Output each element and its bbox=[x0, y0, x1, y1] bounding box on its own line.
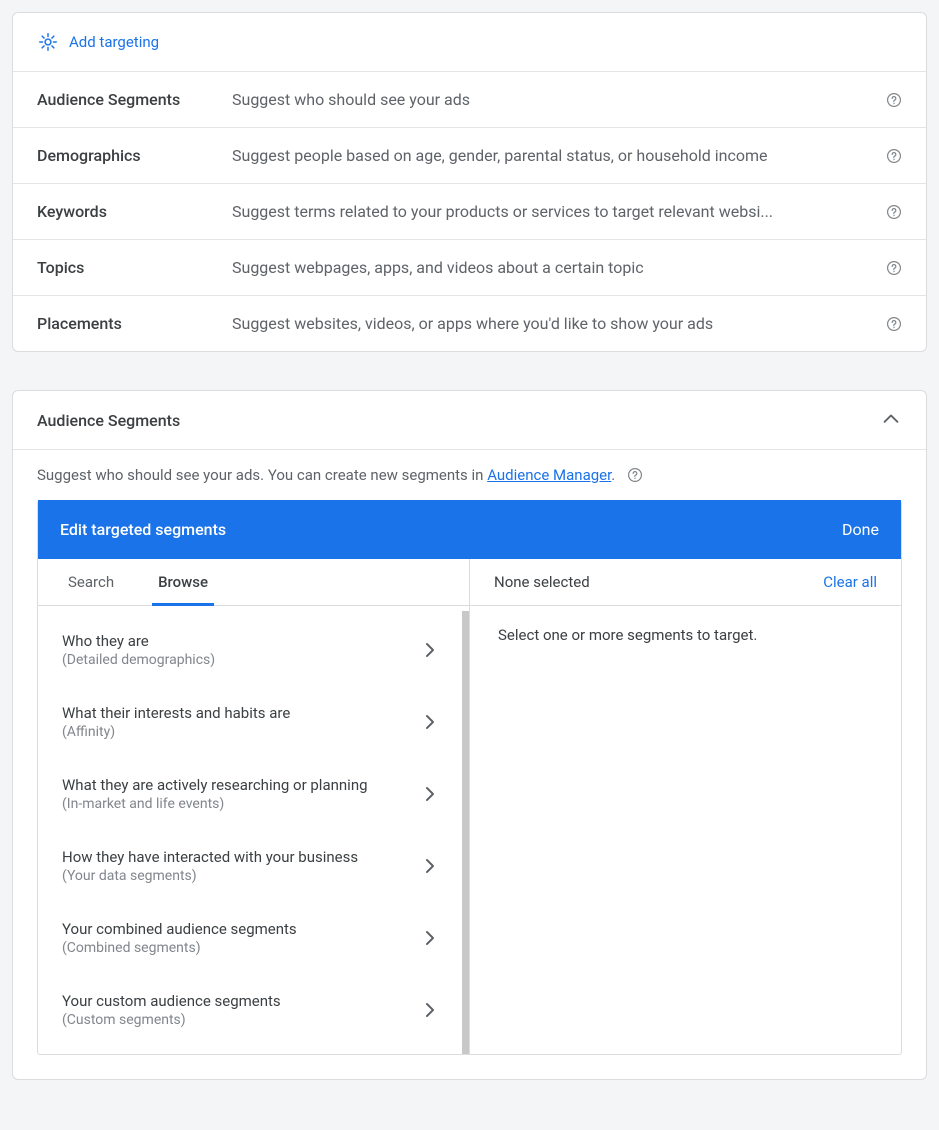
browse-item-in-market[interactable]: What they are actively researching or pl… bbox=[38, 758, 459, 830]
tab-browse[interactable]: Browse bbox=[152, 559, 214, 606]
chevron-right-icon bbox=[421, 713, 439, 731]
browse-item-title: Your combined audience segments bbox=[62, 920, 297, 938]
targeting-row-label: Audience Segments bbox=[37, 90, 232, 109]
add-targeting-label: Add targeting bbox=[69, 33, 159, 51]
targeting-row-label: Demographics bbox=[37, 146, 232, 165]
targeting-row-desc: Suggest terms related to your products o… bbox=[232, 202, 878, 221]
help-icon[interactable] bbox=[886, 260, 902, 276]
browse-item-who-they-are[interactable]: Who they are (Detailed demographics) bbox=[38, 614, 459, 686]
audience-segments-header[interactable]: Audience Segments bbox=[13, 391, 926, 449]
chevron-up-icon bbox=[880, 409, 902, 431]
help-icon[interactable] bbox=[886, 148, 902, 164]
audience-segments-subtitle: Suggest who should see your ads. You can… bbox=[13, 449, 926, 500]
done-button[interactable]: Done bbox=[842, 520, 879, 539]
browse-item-interests[interactable]: What their interests and habits are (Aff… bbox=[38, 686, 459, 758]
targeting-row-keywords[interactable]: Keywords Suggest terms related to your p… bbox=[13, 183, 926, 239]
subtitle-pre: Suggest who should see your ads. You can… bbox=[37, 466, 487, 484]
targeting-row-label: Placements bbox=[37, 314, 232, 333]
targeting-row-label: Topics bbox=[37, 258, 232, 277]
selected-header: None selected Clear all bbox=[470, 559, 901, 606]
targeting-row-topics[interactable]: Topics Suggest webpages, apps, and video… bbox=[13, 239, 926, 295]
browse-item-title: What their interests and habits are bbox=[62, 704, 290, 722]
browse-item-your-data[interactable]: How they have interacted with your busin… bbox=[38, 830, 459, 902]
browse-item-title: Who they are bbox=[62, 632, 215, 650]
chevron-right-icon bbox=[421, 1001, 439, 1019]
segment-tabs: Search Browse bbox=[38, 559, 469, 606]
help-icon[interactable] bbox=[886, 204, 902, 220]
browse-list: Who they are (Detailed demographics) Wha… bbox=[38, 606, 469, 1054]
targeting-row-desc: Suggest people based on age, gender, par… bbox=[232, 146, 878, 165]
browse-item-title: How they have interacted with your busin… bbox=[62, 848, 358, 866]
audience-manager-link[interactable]: Audience Manager bbox=[487, 466, 611, 484]
edit-segments-panel: Edit targeted segments Done Search Brows… bbox=[37, 500, 902, 1055]
browse-item-combined[interactable]: Your combined audience segments (Combine… bbox=[38, 902, 459, 974]
chevron-right-icon bbox=[421, 785, 439, 803]
chevron-right-icon bbox=[421, 929, 439, 947]
targeting-row-demographics[interactable]: Demographics Suggest people based on age… bbox=[13, 127, 926, 183]
tab-search[interactable]: Search bbox=[62, 559, 120, 605]
targeting-row-desc: Suggest websites, videos, or apps where … bbox=[232, 314, 878, 333]
segments-two-column: Search Browse Who they are (Detailed dem… bbox=[38, 559, 901, 1054]
targeting-row-audience-segments[interactable]: Audience Segments Suggest who should see… bbox=[13, 71, 926, 127]
browse-item-title: What they are actively researching or pl… bbox=[62, 776, 368, 794]
gear-icon bbox=[37, 31, 59, 53]
audience-segments-title: Audience Segments bbox=[37, 411, 180, 430]
help-icon[interactable] bbox=[886, 316, 902, 332]
edit-segments-bar: Edit targeted segments Done bbox=[38, 500, 901, 559]
browse-item-sub: (Your data segments) bbox=[62, 868, 358, 884]
segments-left-column: Search Browse Who they are (Detailed dem… bbox=[38, 559, 470, 1054]
targeting-row-desc: Suggest webpages, apps, and videos about… bbox=[232, 258, 878, 277]
targeting-row-desc: Suggest who should see your ads bbox=[232, 90, 878, 109]
help-icon[interactable] bbox=[886, 92, 902, 108]
browse-item-sub: (Combined segments) bbox=[62, 940, 297, 956]
chevron-right-icon bbox=[421, 857, 439, 875]
targeting-row-placements[interactable]: Placements Suggest websites, videos, or … bbox=[13, 295, 926, 351]
clear-all-button[interactable]: Clear all bbox=[823, 573, 877, 591]
browse-item-sub: (Detailed demographics) bbox=[62, 652, 215, 668]
targeting-row-label: Keywords bbox=[37, 202, 232, 221]
selected-body: Select one or more segments to target. bbox=[470, 606, 901, 664]
help-icon[interactable] bbox=[627, 467, 643, 483]
subtitle-post: . bbox=[611, 466, 615, 484]
segments-right-column: None selected Clear all Select one or mo… bbox=[470, 559, 901, 1054]
selected-count: None selected bbox=[494, 573, 590, 591]
browse-item-title: Your custom audience segments bbox=[62, 992, 281, 1010]
audience-segments-card: Audience Segments Suggest who should see… bbox=[12, 390, 927, 1080]
browse-item-custom[interactable]: Your custom audience segments (Custom se… bbox=[38, 974, 459, 1046]
browse-item-sub: (Affinity) bbox=[62, 724, 290, 740]
chevron-right-icon bbox=[421, 641, 439, 659]
add-targeting-button[interactable]: Add targeting bbox=[13, 13, 926, 71]
edit-segments-title: Edit targeted segments bbox=[60, 520, 226, 539]
browse-item-sub: (Custom segments) bbox=[62, 1012, 281, 1028]
browse-item-sub: (In-market and life events) bbox=[62, 796, 368, 812]
targeting-options-card: Add targeting Audience Segments Suggest … bbox=[12, 12, 927, 352]
